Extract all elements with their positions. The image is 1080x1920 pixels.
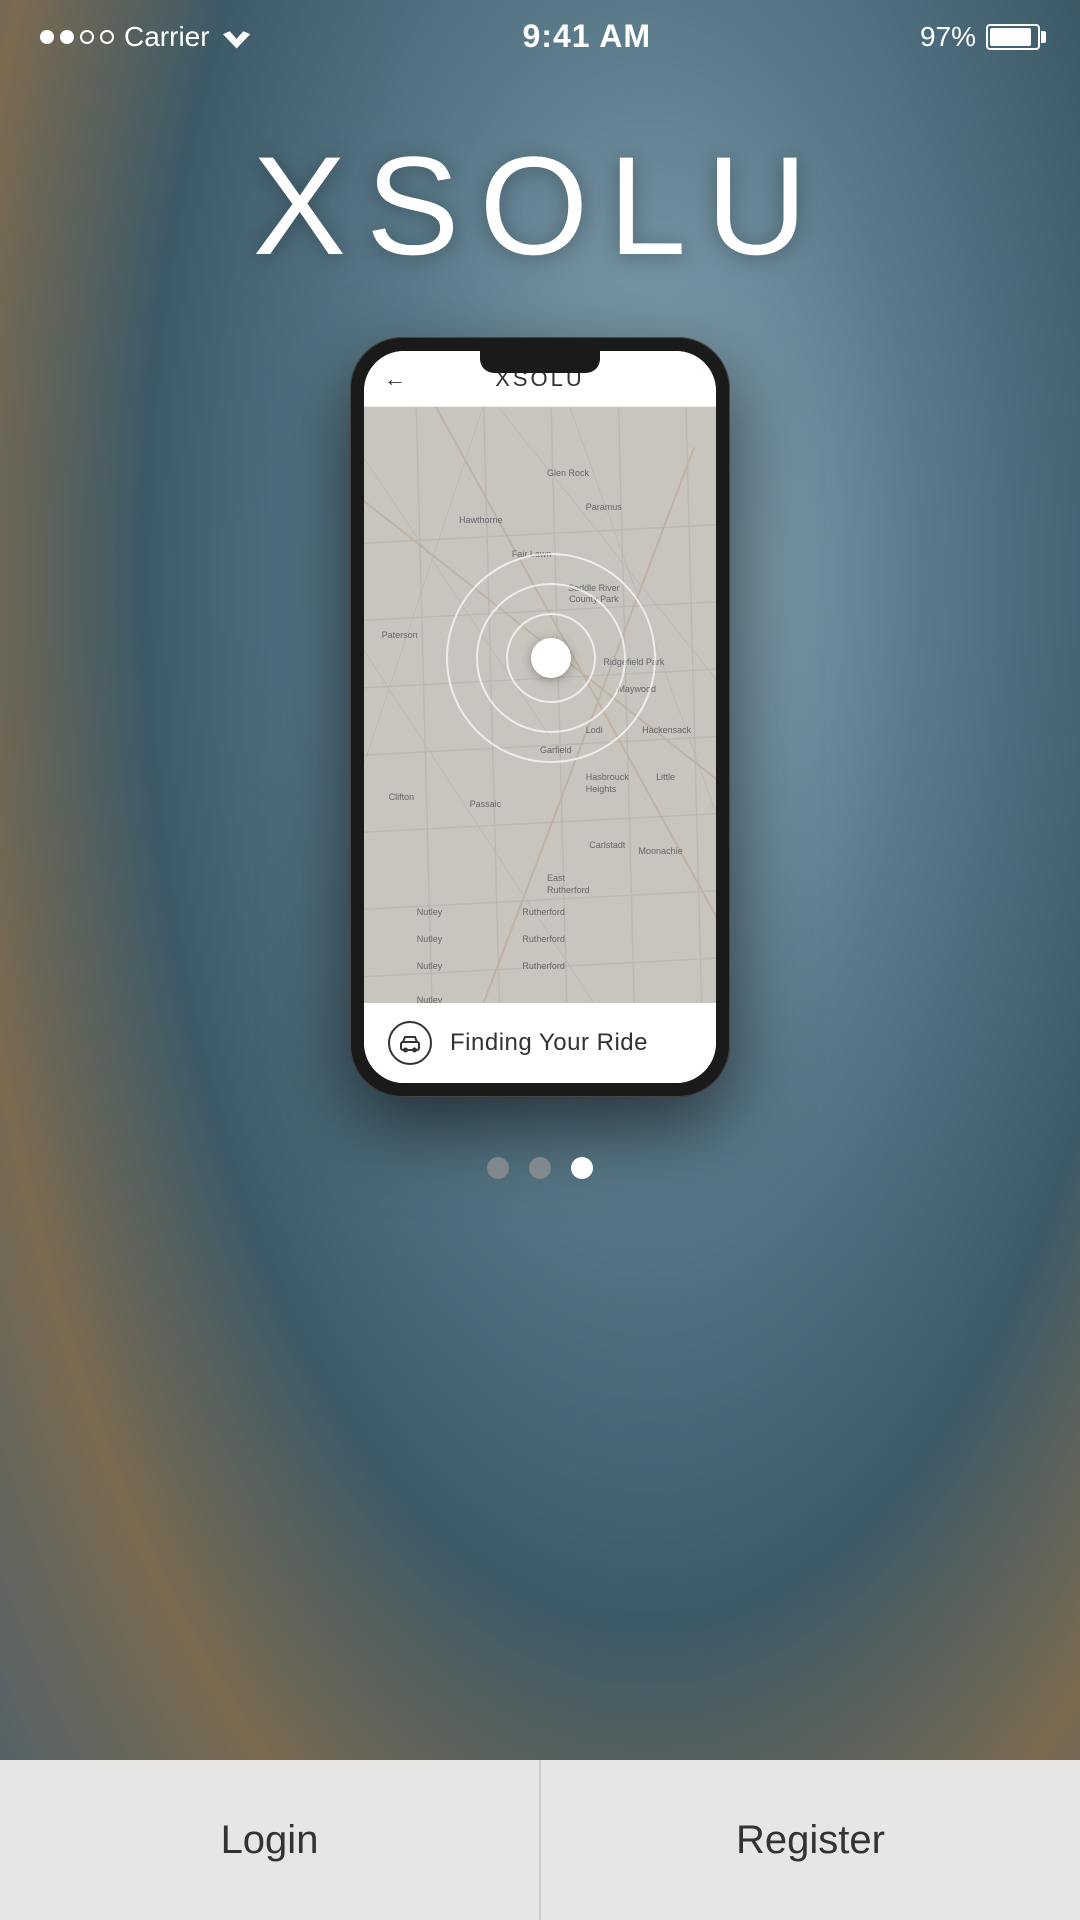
map-label-moonachie: Moonachie [639,846,683,856]
car-icon [398,1031,422,1055]
finding-bar: Finding Your Ride [364,1003,716,1083]
map-label-paramus: Paramus [586,502,622,512]
carrier-label: Carrier [124,21,210,53]
map-label-carlstadt: Carlstadt [589,840,625,850]
map-label-glen-rock: Glen Rock [547,468,589,478]
map-label-hawthorne: Hawthorne [459,515,503,525]
signal-dots [40,30,114,44]
map-label-paterson: Paterson [382,630,418,640]
phone-map: Glen Rock Hawthorne Paramus Fair Lawn Pa… [364,351,716,1083]
phone-mockup: Glen Rock Hawthorne Paramus Fair Lawn Pa… [350,337,730,1097]
phone-wrapper: Glen Rock Hawthorne Paramus Fair Lawn Pa… [0,337,1080,1097]
map-label-nutley-2: Nutley [417,934,443,944]
signal-dot-2 [60,30,74,44]
battery-container [986,24,1040,50]
battery-icon [986,24,1040,50]
signal-dot-1 [40,30,54,44]
battery-fill [990,28,1031,46]
back-button[interactable]: ← [384,366,406,392]
page-dot-2[interactable] [529,1157,551,1179]
map-label-nutley-1: Nutley [417,907,443,917]
app-logo-text: XSOLU [0,125,1080,287]
map-label-rutherford-2: Rutherford [522,934,565,944]
page-dots [0,1157,1080,1179]
wifi-icon [220,25,254,49]
page-dot-1[interactable] [487,1157,509,1179]
map-label-nutley-3: Nutley [417,961,443,971]
page-dot-3[interactable] [571,1157,593,1179]
bottom-bar: Login Register [0,1760,1080,1920]
login-button[interactable]: Login [0,1760,539,1920]
app-logo: XSOLU [0,125,1080,287]
map-label-clifton: Clifton [389,792,415,802]
register-button[interactable]: Register [541,1760,1080,1920]
location-dot [531,638,571,678]
phone-screen: Glen Rock Hawthorne Paramus Fair Lawn Pa… [364,351,716,1083]
signal-dot-4 [100,30,114,44]
battery-percent: 97% [920,21,976,53]
ping-rings [531,638,571,678]
signal-dot-3 [80,30,94,44]
map-label-passaic: Passaic [470,799,502,809]
status-left: Carrier [40,21,254,53]
status-bar: Carrier 9:41 AM 97% [0,0,1080,65]
status-right: 97% [920,21,1040,53]
ride-icon [388,1021,432,1065]
phone-notch [480,351,600,373]
map-label-hackensack: Hackensack [642,725,691,735]
map-label-east-rutherford: EastRutherford [547,873,590,896]
map-label-little: Little [656,772,675,782]
status-time: 9:41 AM [523,18,652,55]
map-label-rutherford-1: Rutherford [522,907,565,917]
finding-text: Finding Your Ride [450,1029,648,1057]
map-label-hasbrouck: HasbrouckHeights [586,772,629,795]
map-label-rutherford-3: Rutherford [522,961,565,971]
